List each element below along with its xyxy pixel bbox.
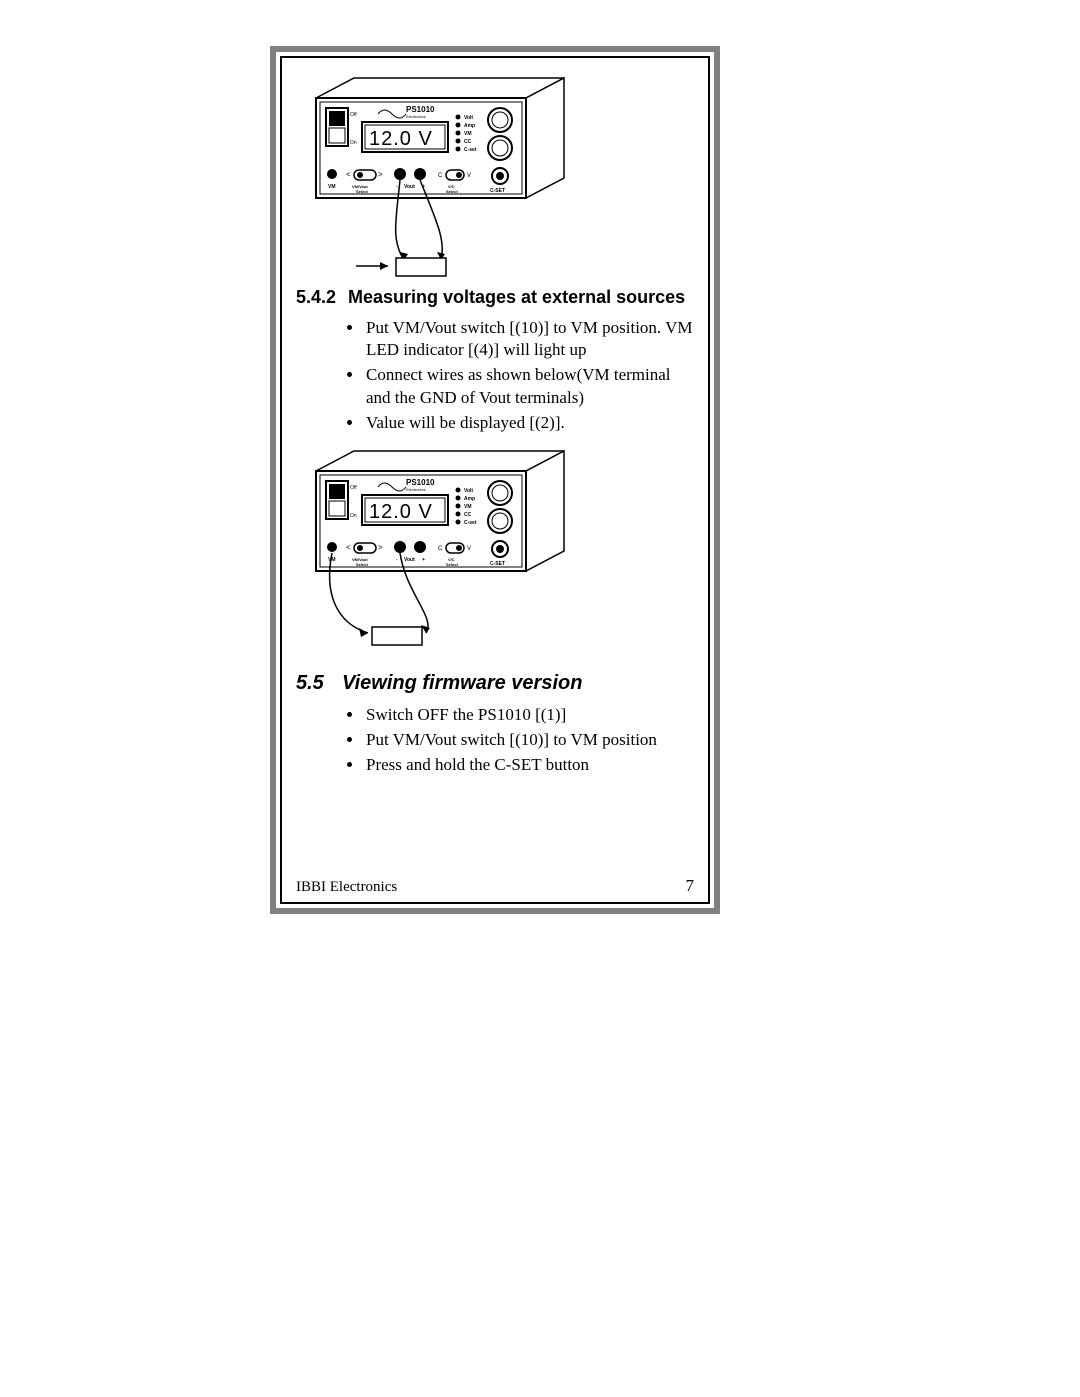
brand-sub: Electronics (406, 114, 426, 119)
bullet-item: Connect wires as shown below(VM terminal… (364, 364, 694, 410)
svg-text:Electronics: Electronics (406, 487, 426, 492)
heading-title: Measuring voltages at external sources (348, 286, 685, 309)
svg-text:V: V (467, 546, 471, 552)
svg-text:Volt: Volt (464, 488, 473, 494)
svg-text:PS1010: PS1010 (406, 478, 435, 487)
svg-text:C: C (438, 173, 443, 179)
svg-text:C-set: C-set (464, 147, 477, 153)
page-frame-outer: Off On PS1010 Electronics 12.0 V Volt Am… (270, 46, 720, 914)
svg-text:+: + (422, 557, 425, 563)
svg-text:C: C (438, 546, 443, 552)
svg-text:Off: Off (350, 485, 357, 491)
svg-text:VM: VM (328, 184, 336, 190)
svg-text:On: On (350, 513, 357, 519)
svg-text:C-set: C-set (464, 520, 477, 526)
bullet-item: Put VM/Vout switch [(10)] to VM position… (364, 317, 694, 363)
svg-text:<: < (346, 543, 351, 552)
svg-text:>: > (378, 543, 383, 552)
switch-on-label: On (350, 140, 357, 146)
svg-text:<: < (346, 170, 351, 179)
bullet-item: Value will be displayed [(2)]. (364, 412, 694, 435)
svg-text:Vout: Vout (404, 557, 415, 563)
brand-model: PS1010 (406, 105, 435, 114)
svg-text:Amp: Amp (464, 123, 475, 129)
svg-text:Select: Select (356, 189, 368, 194)
svg-text:VM: VM (464, 504, 472, 510)
page-footer: IBBI Electronics 7 (296, 876, 694, 896)
heading-5-4-2: 5.4.2 Measuring voltages at external sou… (296, 286, 694, 309)
svg-text:Select: Select (446, 189, 458, 194)
svg-text:Vout: Vout (404, 184, 415, 190)
figure-device-2: Off On PS1010 Electronics 12.0 V Volt Am… (296, 443, 694, 653)
display-value-1: 12.0 V (369, 128, 433, 150)
svg-text:VM: VM (464, 131, 472, 137)
svg-text:Amp: Amp (464, 496, 475, 502)
bullet-item: Switch OFF the PS1010 [(1)] (364, 704, 694, 727)
heading-title: Viewing firmware version (342, 671, 582, 696)
switch-off-label: Off (350, 112, 357, 118)
svg-text:Volt: Volt (464, 115, 473, 121)
page-frame-inner: Off On PS1010 Electronics 12.0 V Volt Am… (280, 56, 710, 904)
bullet-list-1: Put VM/Vout switch [(10)] to VM position… (364, 317, 694, 438)
figure-device-1: Off On PS1010 Electronics 12.0 V Volt Am… (296, 70, 694, 280)
svg-text:CC: CC (464, 512, 472, 518)
heading-number: 5.4.2 (296, 286, 348, 309)
footer-page-number: 7 (686, 876, 695, 896)
heading-number: 5.5 (296, 671, 342, 696)
bullet-item: Put VM/Vout switch [(10)] to VM position (364, 729, 694, 752)
svg-text:Select: Select (446, 562, 458, 567)
svg-text:C-SET: C-SET (490, 561, 505, 567)
heading-5-5: 5.5 Viewing firmware version (296, 671, 694, 696)
svg-text:V: V (467, 173, 471, 179)
bullet-list-2: Switch OFF the PS1010 [(1)] Put VM/Vout … (364, 704, 694, 779)
bullet-item: Press and hold the C-SET button (364, 754, 694, 777)
svg-text:C-SET: C-SET (490, 188, 505, 194)
svg-text:Select: Select (356, 562, 368, 567)
svg-text:CC: CC (464, 139, 472, 145)
svg-text:12.0 V: 12.0 V (369, 501, 433, 523)
footer-left: IBBI Electronics (296, 879, 397, 896)
svg-text:>: > (378, 170, 383, 179)
